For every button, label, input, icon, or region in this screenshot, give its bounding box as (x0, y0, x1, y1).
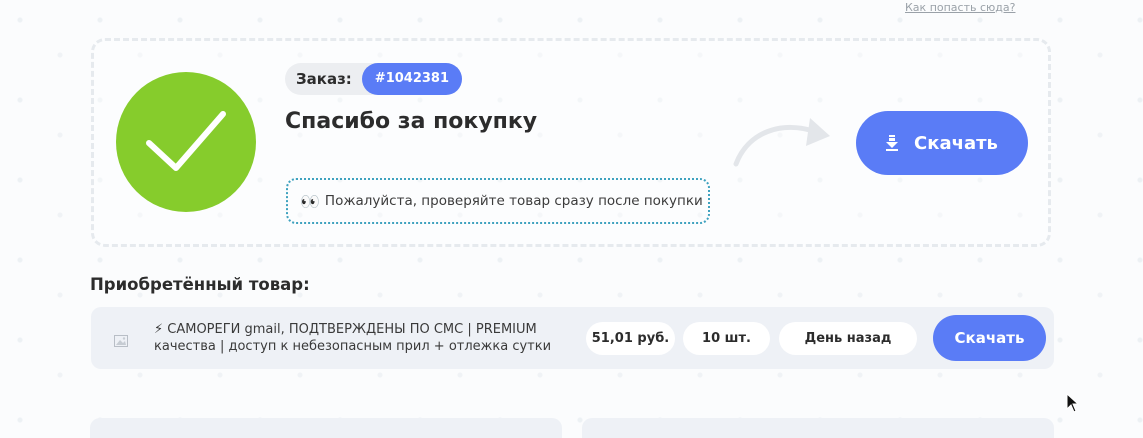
notice-text: Пожалуйста, проверяйте товар сразу после… (324, 193, 703, 209)
download-button[interactable]: Скачать (856, 111, 1028, 175)
bottom-card-left (90, 418, 562, 438)
product-row: ⚡ САМОРЕГИ gmail, ПОДТВЕРЖДЕНЫ ПО СМС | … (91, 307, 1054, 369)
product-quantity: 10 шт. (683, 322, 770, 355)
page-title: Спасибо за покупку (285, 109, 538, 134)
download-button-label: Скачать (914, 132, 998, 154)
curved-arrow-icon (730, 110, 835, 174)
image-placeholder-icon (114, 332, 128, 351)
order-number-pill: Заказ: #1042381 (285, 63, 463, 95)
product-date: День назад (779, 322, 917, 355)
cursor-icon (1066, 392, 1080, 417)
bottom-card-right (582, 418, 1054, 438)
purchased-section-title: Приобретённый товар: (90, 275, 310, 294)
help-link[interactable]: Как попасть сюда? (905, 1, 1015, 14)
product-download-button[interactable]: Скачать (933, 315, 1046, 361)
order-number: #1042381 (361, 63, 463, 95)
order-label: Заказ: (296, 70, 352, 88)
success-check-icon (116, 72, 256, 212)
download-icon (886, 135, 899, 151)
eyes-icon: 👀 (300, 191, 320, 211)
check-notice: 👀 Пожалуйста, проверяйте товар сразу пос… (286, 178, 710, 224)
product-name: ⚡ САМОРЕГИ gmail, ПОДТВЕРЖДЕНЫ ПО СМС | … (154, 322, 552, 354)
product-price: 51,01 руб. (586, 322, 675, 355)
